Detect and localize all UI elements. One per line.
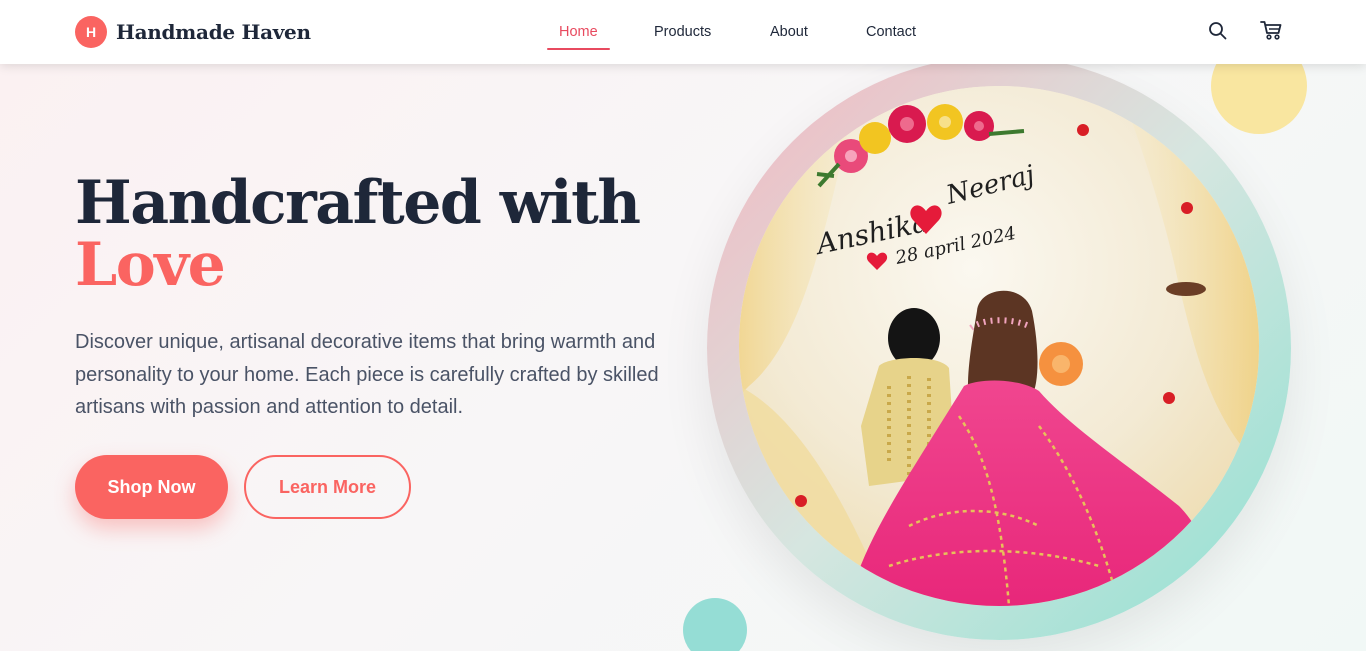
- search-icon[interactable]: [1207, 20, 1229, 42]
- headline-line: Handcrafted with: [75, 168, 641, 238]
- nav-about[interactable]: About: [770, 0, 808, 64]
- brand-name: Handmade Haven: [116, 20, 311, 44]
- cart-icon[interactable]: [1260, 19, 1282, 41]
- logo-mark: H: [75, 16, 107, 48]
- nav-active-indicator: [547, 48, 610, 50]
- decorative-teal-circle: [683, 598, 747, 651]
- nav-home[interactable]: Home: [559, 0, 598, 64]
- brand-logo[interactable]: H Handmade Haven: [75, 16, 311, 48]
- nav-products[interactable]: Products: [654, 0, 711, 64]
- shop-now-button[interactable]: Shop Now: [75, 455, 228, 519]
- hero-headline: Handcrafted with Love: [75, 172, 675, 296]
- learn-more-button[interactable]: Learn More: [244, 455, 411, 519]
- headline-accent: Love: [75, 230, 226, 300]
- hero-section: Handcrafted with Love Discover unique, a…: [0, 64, 1366, 651]
- site-header: H Handmade Haven Home Products About Con…: [0, 0, 1366, 64]
- nav-contact[interactable]: Contact: [866, 0, 916, 64]
- hero-description: Discover unique, artisanal decorative it…: [75, 331, 659, 418]
- hero-product-image: Anshika Neeraj 28 april 2024: [739, 86, 1259, 606]
- decorative-yellow-circle: [1211, 64, 1307, 134]
